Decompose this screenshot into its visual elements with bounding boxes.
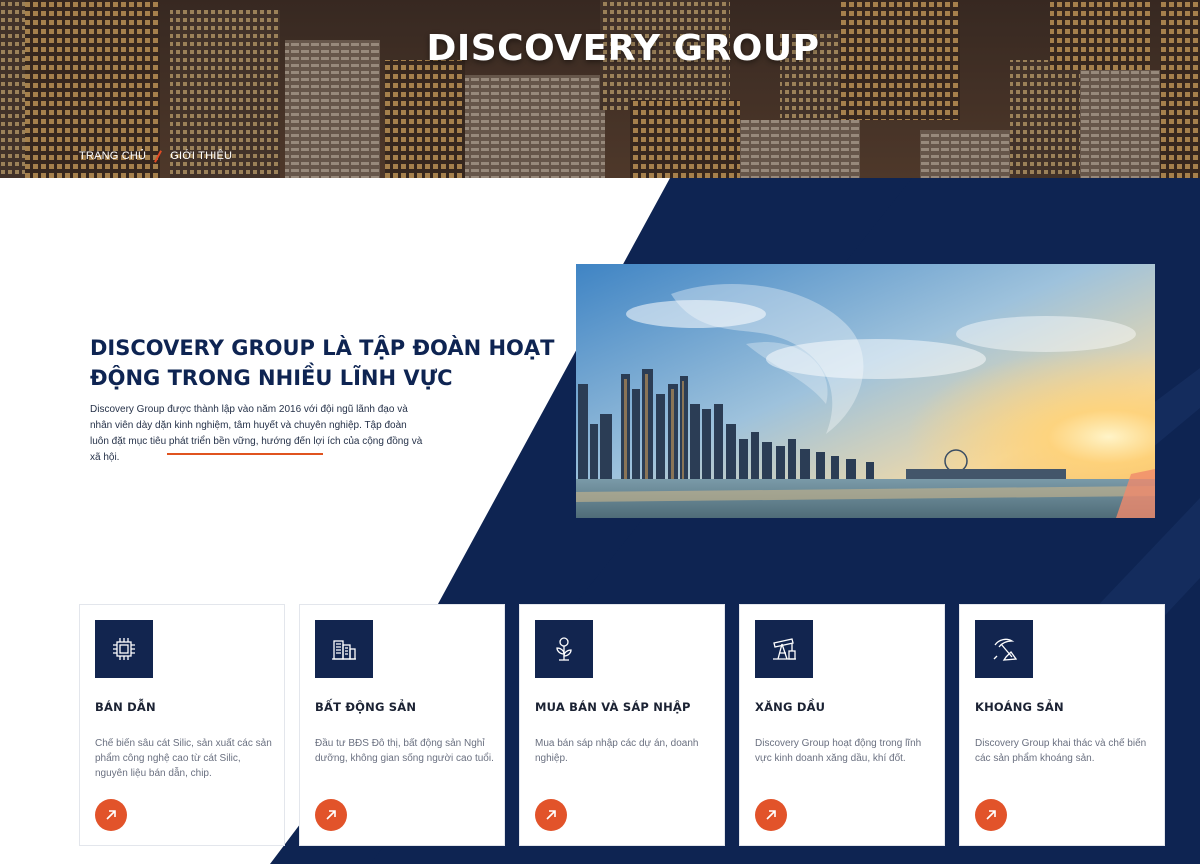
service-card-minerals[interactable]: KHOÁNG SẢN Discovery Group khai thác và … xyxy=(959,604,1165,846)
arrow-up-right-icon xyxy=(546,810,556,820)
arrow-up-right-button[interactable] xyxy=(95,799,127,831)
card-title: BẤT ĐỘNG SẢN xyxy=(315,700,417,714)
pickaxe-icon xyxy=(975,620,1033,678)
service-card-real-estate[interactable]: BẤT ĐỘNG SẢN Đầu tư BĐS Đô thị, bất động… xyxy=(299,604,505,846)
arrow-up-right-button[interactable] xyxy=(535,799,567,831)
intro-description: Discovery Group được thành lập vào năm 2… xyxy=(90,404,423,463)
card-title: MUA BÁN VÀ SÁP NHẬP xyxy=(535,700,691,714)
hero-banner: DISCOVERY GROUP TRANG CHỦ GIỚI THIỆU xyxy=(0,0,1200,178)
card-title: KHOÁNG SẢN xyxy=(975,700,1064,714)
card-title: BÁN DẪN xyxy=(95,700,156,714)
page-title: DISCOVERY GROUP xyxy=(426,28,820,69)
buildings-icon xyxy=(315,620,373,678)
intro-underline-divider xyxy=(167,453,323,455)
arrow-up-right-button[interactable] xyxy=(975,799,1007,831)
service-card-semiconductor[interactable]: BÁN DẪN Chế biến sâu cát Silic, sản xuất… xyxy=(79,604,285,846)
arrow-up-right-icon xyxy=(986,810,996,820)
card-title: XĂNG DẦU xyxy=(755,700,826,714)
breadcrumb-current: GIỚI THIỆU xyxy=(170,150,233,162)
breadcrumb-separator-icon xyxy=(153,150,163,162)
card-description: Discovery Group hoạt động trong lĩnh vực… xyxy=(755,738,922,764)
card-description: Đầu tư BĐS Đô thị, bất động sản Nghỉ dưỡ… xyxy=(315,738,494,764)
service-card-mergers-acquisitions[interactable]: MUA BÁN VÀ SÁP NHẬP Mua bán sáp nhập các… xyxy=(519,604,725,846)
arrow-up-right-button[interactable] xyxy=(755,799,787,831)
card-description: Chế biến sâu cát Silic, sản xuất các sản… xyxy=(95,738,272,779)
arrow-up-right-icon xyxy=(106,810,116,820)
dubai-skyline-image xyxy=(576,264,1155,518)
oil-pump-icon xyxy=(755,620,813,678)
arrow-up-right-icon xyxy=(766,810,776,820)
card-description: Discovery Group khai thác và chế biến cá… xyxy=(975,738,1147,764)
breadcrumb-home-link[interactable]: TRANG CHỦ xyxy=(79,150,146,162)
service-card-petroleum[interactable]: XĂNG DẦU Discovery Group hoạt động trong… xyxy=(739,604,945,846)
chip-icon xyxy=(95,620,153,678)
arrow-up-right-icon xyxy=(326,810,336,820)
plant-money-icon xyxy=(535,620,593,678)
intro-heading: DISCOVERY GROUP LÀ TẬP ĐOÀN HOẠT ĐỘNG TR… xyxy=(90,336,555,390)
card-description: Mua bán sáp nhập các dự án, doanh nghiệp… xyxy=(535,738,699,764)
breadcrumb: TRANG CHỦ GIỚI THIỆU xyxy=(79,150,232,162)
arrow-up-right-button[interactable] xyxy=(315,799,347,831)
